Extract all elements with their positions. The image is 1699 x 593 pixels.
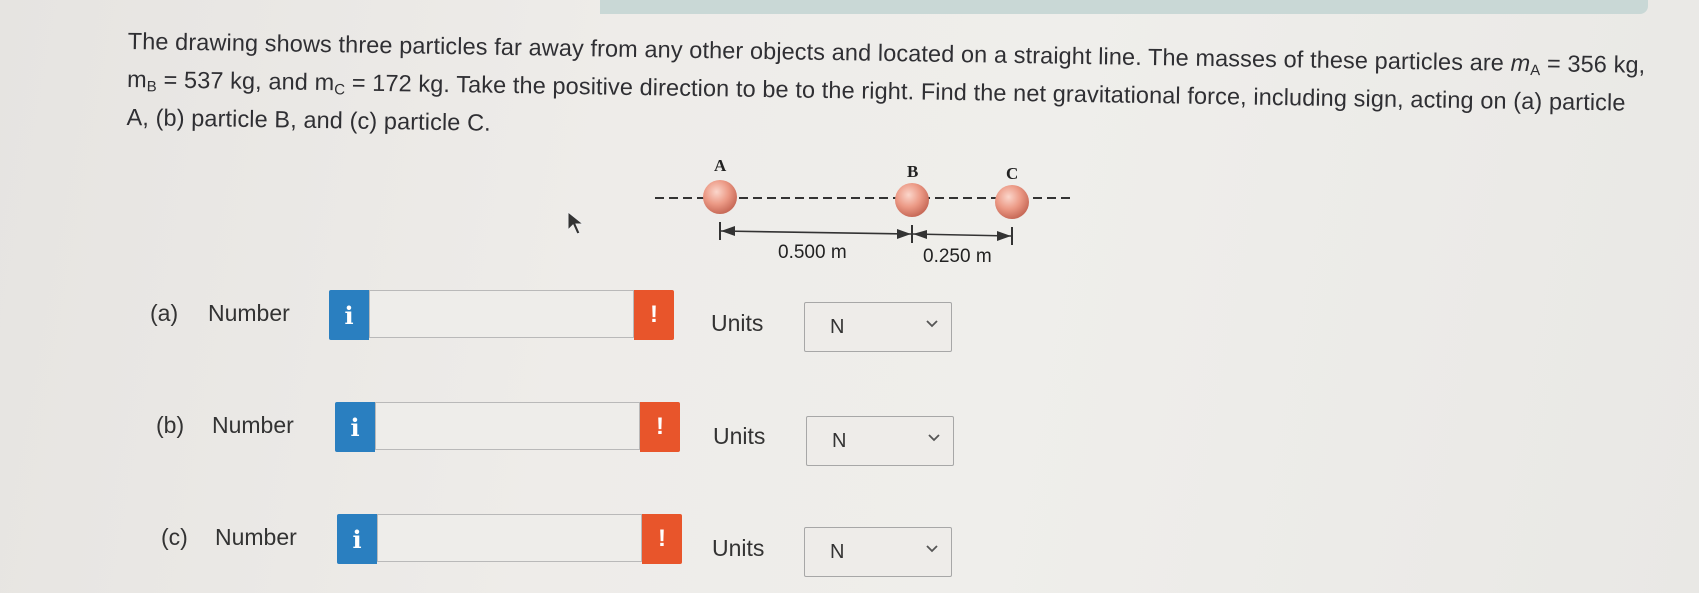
number-input-a[interactable] [369, 290, 634, 338]
particle-diagram: A B C 0.500 m 0.250 m [655, 150, 1085, 275]
question-part-1: The drawing shows three particles far aw… [127, 27, 1511, 76]
arrow-b-left [897, 229, 911, 239]
particle-a [703, 180, 737, 214]
dim-line-ab [720, 230, 912, 235]
info-button-c[interactable]: i [337, 514, 377, 564]
distance-bc: 0.250 m [923, 246, 992, 267]
number-input-b[interactable] [375, 402, 640, 450]
warning-button-b[interactable]: ! [640, 402, 680, 452]
mass-a-var: m [1510, 49, 1531, 77]
part-label-b: (b) [156, 412, 185, 438]
unit-value-b: N [832, 430, 847, 452]
number-label-b: Number [212, 412, 294, 438]
mass-b-value: = 537 kg, and [156, 66, 315, 95]
info-icon: i [344, 300, 354, 330]
number-label-c: Number [215, 524, 297, 550]
label-b: B [907, 162, 919, 181]
number-label-a: Number [208, 300, 290, 326]
mass-a-value: = 356 kg, [1540, 50, 1646, 78]
question-text: The drawing shows three particles far aw… [126, 26, 1647, 157]
warning-icon: ! [650, 301, 658, 328]
info-button-a[interactable]: i [329, 290, 369, 340]
warning-button-a[interactable]: ! [634, 290, 674, 340]
number-input-c[interactable] [377, 514, 642, 562]
part-label-a: (a) [150, 300, 179, 326]
dim-line-bc [912, 233, 1012, 237]
unit-select-b[interactable]: N [806, 416, 954, 466]
particle-b [895, 183, 929, 217]
arrow-b-right [913, 230, 927, 239]
chevron-down-icon [928, 434, 940, 442]
warning-icon: ! [656, 413, 664, 440]
unit-value-c: N [830, 541, 845, 563]
distance-ab: 0.500 m [778, 242, 847, 263]
answer-row-c: (c) Number i ! Units N [161, 514, 981, 577]
mass-c-value: = 172 kg. Take the positive direction to… [126, 69, 1626, 136]
mass-b-sub: B [146, 78, 157, 96]
info-icon: i [350, 412, 360, 442]
label-a: A [714, 156, 727, 175]
unit-select-a[interactable]: N [804, 302, 952, 352]
mass-c-sub: C [334, 81, 346, 99]
units-label-a: Units [711, 310, 764, 336]
units-label-c: Units [712, 535, 765, 561]
info-icon: i [352, 524, 362, 554]
mass-b-var: m [126, 65, 148, 93]
chevron-down-icon [926, 545, 938, 553]
mass-a-sub: A [1530, 62, 1541, 80]
units-label-b: Units [713, 423, 766, 449]
info-button-b[interactable]: i [335, 402, 375, 452]
part-label-c: (c) [161, 524, 188, 550]
arrow-c [997, 231, 1011, 241]
unit-select-c[interactable]: N [804, 527, 952, 577]
chevron-down-icon [926, 320, 938, 328]
answer-row-b: (b) Number i ! Units N [156, 402, 976, 466]
mouse-cursor-icon [567, 210, 585, 235]
mass-c-var: m [314, 68, 335, 96]
answer-row-a: (a) Number i ! Units N [150, 290, 970, 352]
warning-button-c[interactable]: ! [642, 514, 682, 564]
unit-value-a: N [830, 316, 845, 338]
warning-icon: ! [658, 525, 666, 552]
arrow-a [721, 226, 735, 236]
top-strip [600, 0, 1648, 14]
label-c: C [1006, 164, 1019, 183]
particle-c [995, 185, 1029, 219]
